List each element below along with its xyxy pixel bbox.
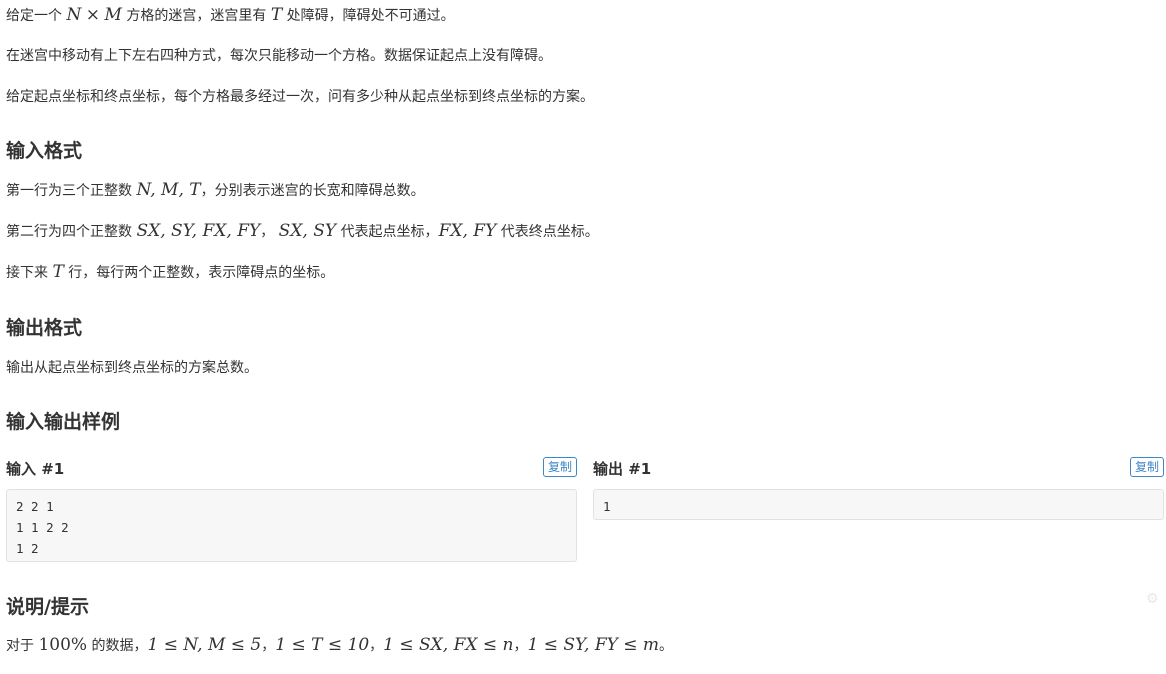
- math-n: N: [66, 5, 82, 25]
- sample-input-panel: 输入 #1 复制 2 2 1 1 1 2 2 1 2: [6, 457, 577, 562]
- output-format-heading: 输出格式: [6, 317, 83, 339]
- code-line: 1: [603, 499, 611, 514]
- math-times: ×: [85, 5, 101, 25]
- sample-output-header: 输出 #1 复制: [593, 457, 1164, 481]
- sample-input-code[interactable]: 2 2 1 1 1 2 2 1 2: [6, 489, 577, 562]
- code-line: 1 1 2 2: [16, 520, 69, 535]
- copy-input-button[interactable]: 复制: [542, 457, 577, 477]
- sample-output-panel: 输出 #1 复制 1: [593, 457, 1164, 520]
- sample-input-title: 输入 #1: [6, 460, 65, 478]
- sample-output-code[interactable]: 1: [593, 489, 1164, 520]
- hint-line: 对于 100% 的数据，1 ≤ N, M ≤ 5，1 ≤ T ≤ 10，1 ≤ …: [6, 635, 674, 655]
- sample-input-header: 输入 #1 复制: [6, 457, 577, 481]
- description-line-2: 在迷宫中移动有上下左右四种方式，每次只能移动一个方格。数据保证起点上没有障碍。: [6, 48, 552, 64]
- copy-output-button[interactable]: 复制: [1129, 457, 1164, 477]
- description-line-3: 给定起点坐标和终点坐标，每个方格最多经过一次，问有多少种从起点坐标到终点坐标的方…: [6, 89, 594, 105]
- code-line: 1 2: [16, 541, 39, 556]
- hint-heading: 说明/提示: [6, 596, 89, 618]
- math-m: M: [104, 5, 122, 25]
- description-line-1: 给定一个 N × M 方格的迷宫，迷宫里有 T 处障碍，障碍处不可通过。: [6, 5, 455, 25]
- sample-output-title: 输出 #1: [593, 460, 652, 478]
- input-format-line-1: 第一行为三个正整数 N, M, T，分别表示迷宫的长宽和障碍总数。: [6, 180, 425, 200]
- math-t: T: [270, 5, 283, 25]
- input-format-line-2: 第二行为四个正整数 SX, SY, FX, FY， SX, SY 代表起点坐标，…: [6, 221, 599, 241]
- settings-gear-icon[interactable]: ⚙: [1146, 591, 1162, 607]
- input-format-heading: 输入格式: [6, 140, 83, 162]
- output-format-line-1: 输出从起点坐标到终点坐标的方案总数。: [6, 360, 258, 376]
- input-format-line-3: 接下来 T 行，每行两个正整数，表示障碍点的坐标。: [6, 262, 335, 282]
- samples-heading: 输入输出样例: [6, 411, 121, 433]
- code-line: 2 2 1: [16, 499, 54, 514]
